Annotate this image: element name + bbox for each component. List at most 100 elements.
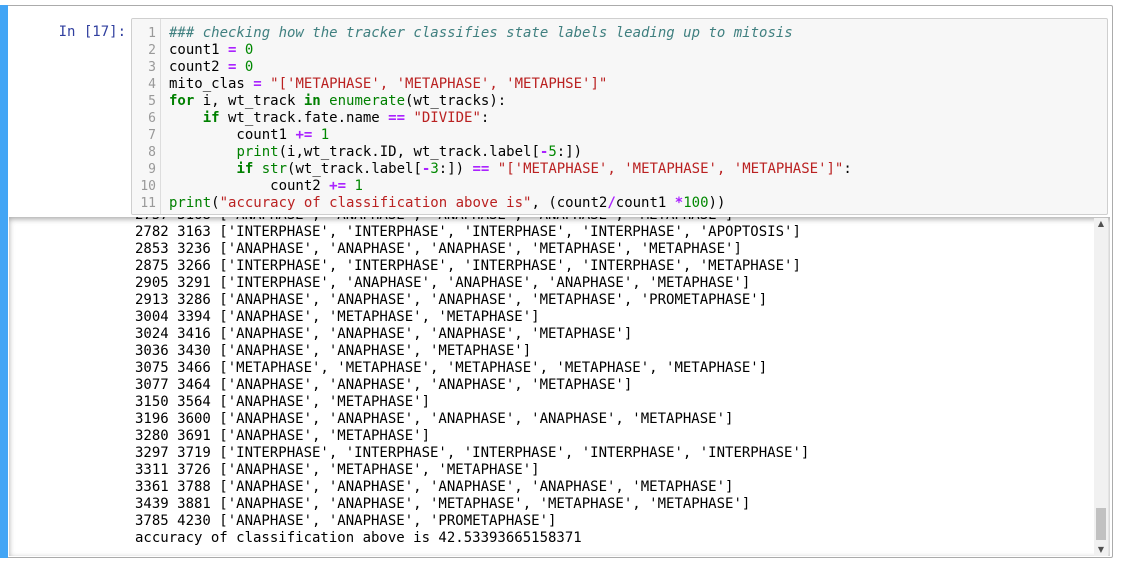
code-token: i, wt_track [194,93,304,109]
code-token: , (count2 [531,195,608,211]
cell-output-area[interactable]: 2757 3168 ['ANAPHASE', 'ANAPHASE', 'ANAP… [9,217,1110,556]
code-token: "accuracy of classification above is" [219,195,532,211]
code-token: mito_clas [169,76,254,92]
output-scrollbar[interactable]: ▲ ▼ [1094,218,1108,556]
code-line[interactable]: for i, wt_track in enumerate(wt_tracks): [169,93,506,110]
code-token: "DIVIDE" [413,110,481,126]
code-line[interactable]: print(i,wt_track.ID, wt_track.label[-5:]… [169,144,582,161]
code-token: 1 [354,178,363,194]
code-token: "['METAPHASE', 'METAPHASE', 'METAPHASE']… [497,161,844,177]
output-line: 3196 3600 ['ANAPHASE', 'ANAPHASE', 'ANAP… [135,411,734,427]
line-number: 10 [140,179,156,194]
output-line: 3311 3726 ['ANAPHASE', 'METAPHASE', 'MET… [135,462,540,478]
line-number: 11 [140,196,156,211]
line-number: 7 [148,128,156,143]
output-line: 3297 3719 ['INTERPHASE', 'INTERPHASE', '… [135,445,810,461]
line-number: 2 [148,43,156,58]
code-token: count1 [169,42,229,58]
code-token: count1 [169,127,296,143]
input-prompt: In [17]: [58,24,126,40]
code-token: 1 [320,127,330,143]
code-token: 0 [244,42,254,58]
code-token: count1 [615,195,675,211]
line-number: 8 [148,145,156,160]
code-line[interactable]: count1 = 0 [169,42,253,59]
code-editor[interactable]: 1 2 3 4 5 6 7 8 9 10 11 ### checking how the track… [131,18,1108,215]
code-line[interactable]: if wt_track.fate.name == "DIVIDE": [169,110,490,127]
code-token: if [236,161,254,177]
code-token: wt_track.fate.name [219,110,389,126]
line-number: 5 [148,94,156,109]
code-token: ### checking how the tracker classifies … [169,25,793,41]
code-token: in [303,93,321,109]
code-token: str [261,161,288,177]
output-line: 3150 3564 ['ANAPHASE', 'METAPHASE'] [135,394,431,410]
code-token: 5 [548,144,557,160]
line-number: 1 [148,26,156,41]
output-line: 3024 3416 ['ANAPHASE', 'ANAPHASE', 'ANAP… [135,326,633,342]
output-line: 3004 3394 ['ANAPHASE', 'METAPHASE', 'MET… [135,309,540,325]
output-line: 3439 3881 ['ANAPHASE', 'ANAPHASE', 'META… [135,496,751,512]
output-line: 3075 3466 ['METAPHASE', 'METAPHASE', 'ME… [135,360,768,376]
code-token: += [295,127,313,143]
code-token: : [480,110,490,126]
code-line[interactable]: count2 = 0 [169,59,253,76]
output-line: 3361 3788 ['ANAPHASE', 'ANAPHASE', 'ANAP… [135,479,734,495]
output-line: 3280 3691 ['ANAPHASE', 'METAPHASE'] [135,428,431,444]
code-token: )) [708,195,726,211]
code-token: == [388,110,406,126]
code-token: * [674,195,684,211]
code-line[interactable]: ### checking how the tracker classifies … [169,25,793,42]
code-token: 100 [683,195,709,211]
line-number: 3 [148,60,156,75]
code-token: ( [211,195,220,211]
line-number: 6 [148,111,156,126]
code-token: "['METAPHASE', 'METAPHASE', 'METAPHSE']" [270,76,608,92]
code-token: enumerate [329,93,406,109]
output-line: 2875 3266 ['INTERPHASE', 'INTERPHASE', '… [135,258,801,274]
code-token: (wt_track.label[ [287,161,422,177]
output-line: 3077 3464 ['ANAPHASE', 'ANAPHASE', 'ANAP… [135,377,633,393]
code-line[interactable]: count2 += 1 [169,178,363,195]
code-token: : [843,161,852,177]
code-token: += [329,178,347,194]
line-number-gutter: 1 2 3 4 5 6 7 8 9 10 11 [132,19,161,214]
code-token: 0 [244,59,254,75]
output-line: 2905 3291 ['INTERPHASE', 'ANAPHASE', 'AN… [135,275,751,291]
code-line[interactable]: count1 += 1 [169,127,329,144]
code-line[interactable]: print("accuracy of classification above … [169,195,725,212]
code-token: = [253,76,262,92]
output-line: 3785 4230 ['ANAPHASE', 'ANAPHASE', 'PROM… [135,513,557,529]
accuracy-result-line: accuracy of classification above is 42.5… [135,530,582,546]
code-line[interactable]: mito_clas = "['METAPHASE', 'METAPHASE', … [169,76,607,93]
line-number: 9 [148,162,156,177]
code-token: (i,wt_track.ID, wt_track.label[ [278,144,540,160]
selected-cell-indicator [0,5,8,558]
output-line: 2782 3163 ['INTERPHASE', 'INTERPHASE', '… [135,224,801,240]
output-line: 2853 3236 ['ANAPHASE', 'ANAPHASE', 'ANAP… [135,241,742,257]
code-token: count2 [169,178,330,194]
code-token: :]) [438,161,473,177]
code-line[interactable]: if str(wt_track.label[-3:]) == "['METAPH… [169,161,852,178]
code-token: 3 [430,161,439,177]
code-token: / [607,195,616,211]
code-token: count2 [169,59,229,75]
scrollbar-thumb[interactable] [1096,508,1106,540]
scroll-down-arrow-icon[interactable]: ▼ [1094,544,1108,556]
scroll-up-arrow-icon[interactable]: ▲ [1094,218,1108,230]
code-token: if [202,110,220,126]
code-token: :]) [556,144,583,160]
code-token: print [169,195,212,211]
output-line: 2757 3168 ['ANAPHASE', 'ANAPHASE', 'ANAP… [135,217,733,224]
code-token: for [169,93,195,109]
